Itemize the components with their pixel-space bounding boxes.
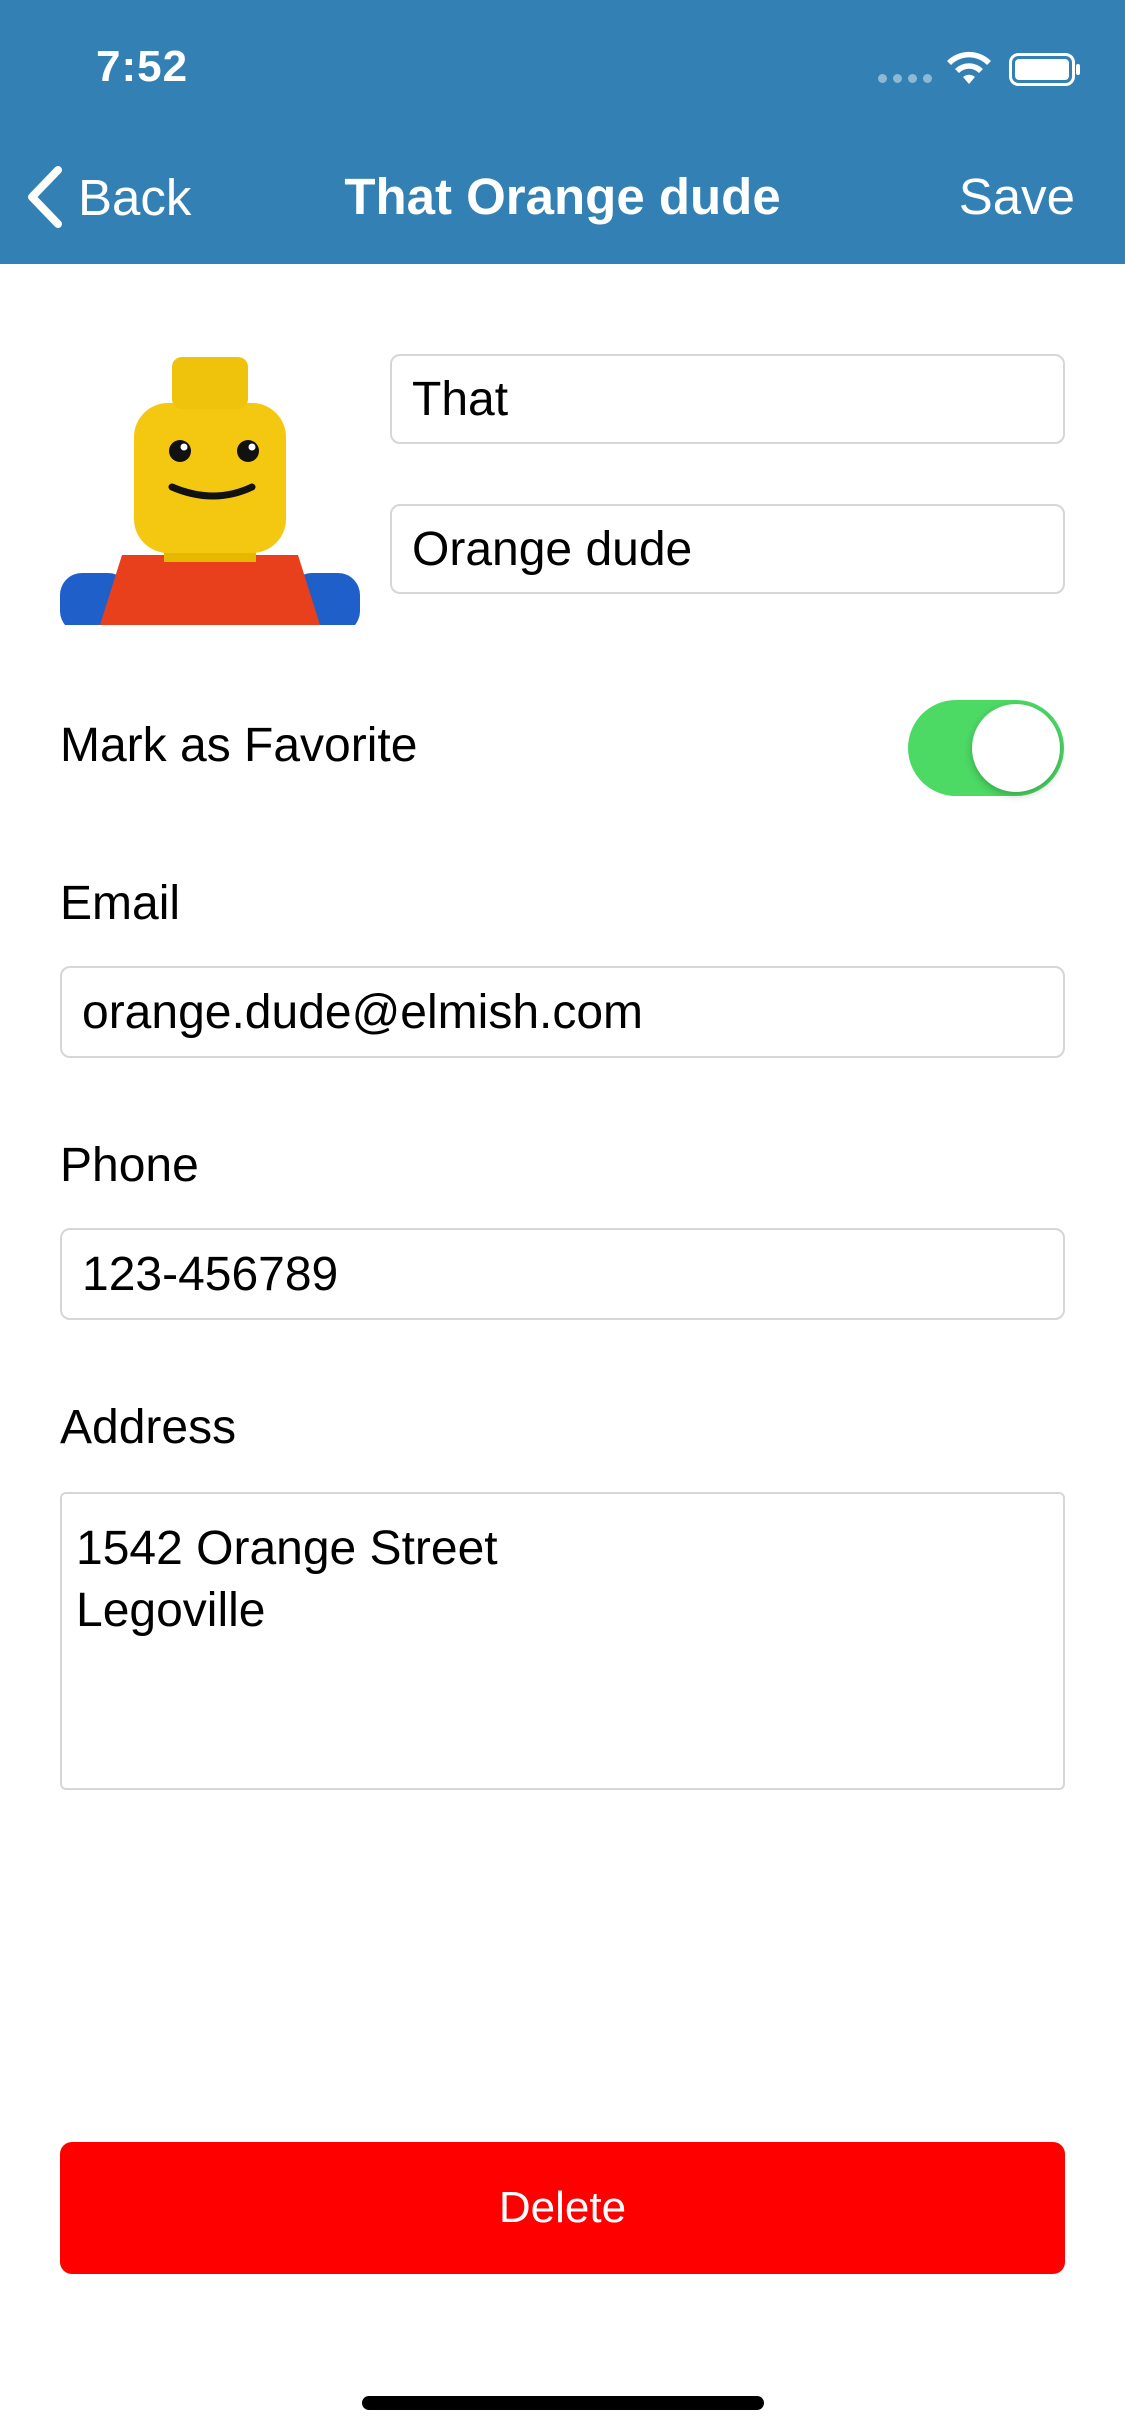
signal-dots-icon (878, 74, 932, 83)
email-field[interactable]: orange.dude@elmish.com (60, 966, 1065, 1058)
toggle-knob (972, 704, 1060, 792)
back-button[interactable]: Back (24, 162, 191, 232)
first-name-field[interactable]: That (390, 354, 1065, 444)
email-label: Email (60, 877, 181, 930)
wifi-icon (947, 51, 991, 84)
last-name-field[interactable]: Orange dude (390, 504, 1065, 594)
navigation-header: 7:52 Back That Orange dude Save (0, 0, 1125, 264)
contact-avatar[interactable] (60, 355, 360, 625)
back-label: Back (78, 168, 192, 226)
lego-minifigure-avatar-image (60, 357, 360, 625)
battery-icon (1009, 53, 1080, 86)
save-button[interactable]: Save (959, 167, 1075, 226)
favorite-label: Mark as Favorite (60, 719, 418, 772)
delete-button[interactable]: Delete (60, 2142, 1065, 2274)
phone-label: Phone (60, 1139, 199, 1192)
chevron-left-icon (28, 166, 62, 228)
address-label: Address (60, 1401, 237, 1454)
phone-field[interactable]: 123-456789 (60, 1228, 1065, 1320)
address-field[interactable]: 1542 Orange Street Legoville (60, 1492, 1065, 1790)
status-time: 7:52 (96, 42, 189, 91)
favorite-toggle[interactable] (908, 700, 1064, 796)
page-title: That Orange dude (344, 168, 781, 225)
home-indicator[interactable] (362, 2396, 764, 2410)
